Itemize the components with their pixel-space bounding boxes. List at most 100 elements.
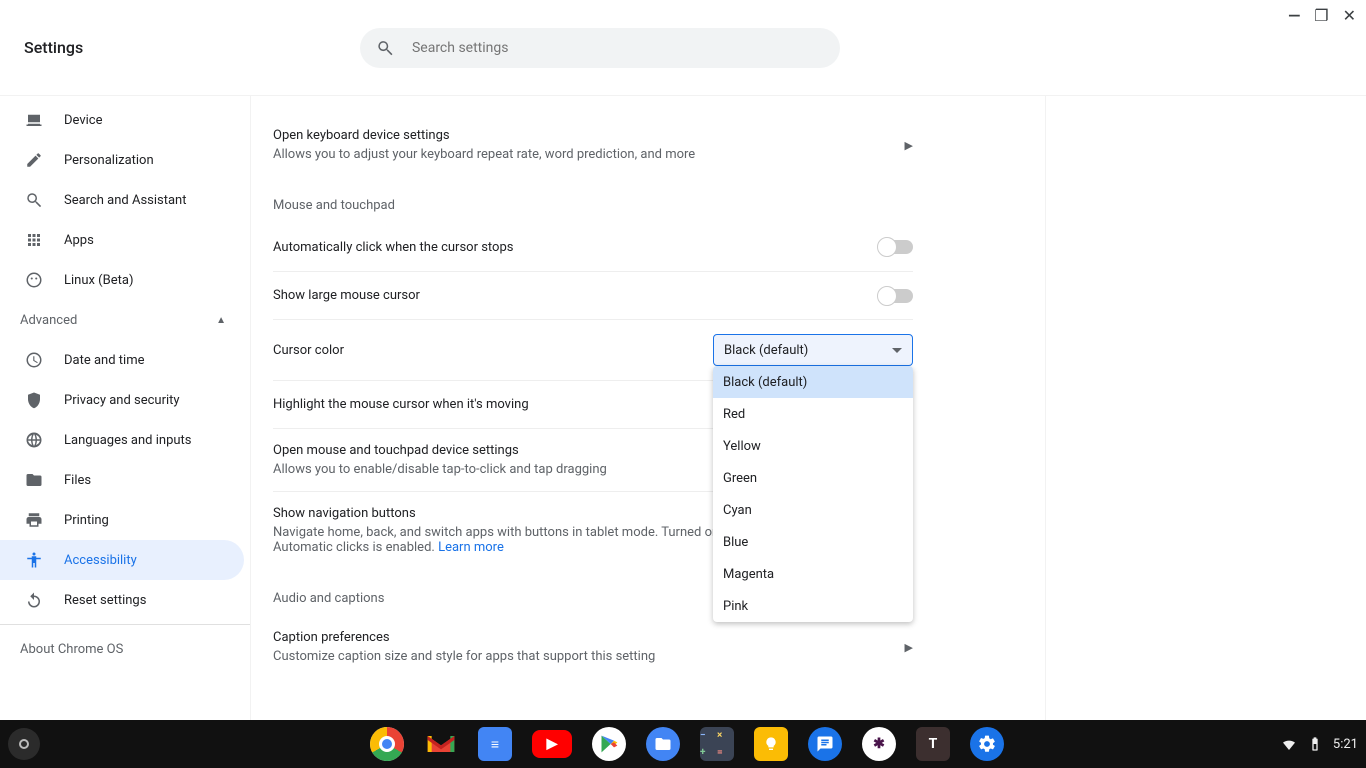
row-sublabel: Customize caption size and style for app… [273,649,865,664]
sidebar-item-files[interactable]: Files [0,460,250,500]
printer-icon [24,510,44,530]
app-docs-icon[interactable]: ≡ [478,727,512,761]
cursor-color-option[interactable]: Magenta [713,558,913,590]
header-bar: Settings [0,0,1366,96]
sidebar: Device Personalization Search and Assist… [0,96,250,720]
sidebar-item-languages[interactable]: Languages and inputs [0,420,250,460]
apps-grid-icon [24,230,44,250]
learn-more-link[interactable]: Learn more [438,540,504,555]
row-autoclick[interactable]: Automatically click when the cursor stop… [273,223,913,271]
sidebar-item-label: Personalization [64,153,154,168]
sidebar-about[interactable]: About Chrome OS [0,629,250,669]
row-keyboard-settings[interactable]: Open keyboard device settings Allows you… [273,98,913,176]
linux-icon [24,270,44,290]
sidebar-item-label: Printing [64,513,109,528]
wifi-icon [1281,736,1297,752]
row-sublabel: Allows you to adjust your keyboard repea… [273,147,865,162]
app-slack-icon[interactable]: ✱ [862,727,896,761]
row-label: Open keyboard device settings [273,128,865,143]
shelf: ≡ ▶ −×+= ✱ T 5:21 [0,720,1366,768]
shelf-apps: ≡ ▶ −×+= ✱ T [370,727,1004,761]
cursor-color-select[interactable]: Black (default) [713,334,913,366]
app-text-icon[interactable]: T [916,727,950,761]
search-icon [376,38,394,58]
sidebar-item-personalization[interactable]: Personalization [0,140,250,180]
globe-icon [24,430,44,450]
cursor-color-option[interactable]: Pink [713,590,913,622]
row-caption-prefs[interactable]: Caption preferences Customize caption si… [273,616,913,678]
sidebar-item-label: Accessibility [64,553,137,568]
sidebar-item-privacy[interactable]: Privacy and security [0,380,250,420]
search-input[interactable] [412,40,824,56]
sidebar-item-label: Search and Assistant [64,193,187,208]
chevron-right-icon: ▶ [905,641,913,654]
cursor-color-option[interactable]: Red [713,398,913,430]
accessibility-icon [24,550,44,570]
launcher-icon [19,739,29,749]
sidebar-section-advanced[interactable]: Advanced ▲ [0,300,250,340]
sidebar-item-label: Apps [64,233,94,248]
row-cursor-color: Cursor color Black (default) Black (defa… [273,319,913,380]
app-chrome-icon[interactable] [370,727,404,761]
toggle-large-cursor[interactable] [879,289,913,303]
reset-icon [24,590,44,610]
row-label: Cursor color [273,343,673,358]
sidebar-item-label: Device [64,113,103,128]
close-icon[interactable]: ✕ [1343,8,1356,24]
cursor-color-option[interactable]: Yellow [713,430,913,462]
page-title: Settings [24,38,83,57]
system-tray[interactable]: 5:21 [1281,736,1358,752]
cursor-color-dropdown[interactable]: Black (default)RedYellowGreenCyanBlueMag… [713,366,913,622]
section-title-mouse: Mouse and touchpad [273,198,913,213]
app-youtube-icon[interactable]: ▶ [532,730,572,758]
sidebar-item-linux[interactable]: Linux (Beta) [0,260,250,300]
battery-icon [1307,736,1323,752]
search-icon [24,190,44,210]
app-files-icon[interactable] [646,727,680,761]
cursor-color-option[interactable]: Black (default) [713,366,913,398]
search-field-wrap[interactable] [360,28,840,68]
toggle-autoclick[interactable] [879,240,913,254]
sidebar-item-apps[interactable]: Apps [0,220,250,260]
row-label: Show large mouse cursor [273,288,839,303]
sidebar-item-date-time[interactable]: Date and time [0,340,250,380]
sidebar-item-accessibility[interactable]: Accessibility [0,540,244,580]
cursor-color-option[interactable]: Blue [713,526,913,558]
app-settings-icon[interactable] [970,727,1004,761]
window-controls: — ❐ ✕ [1288,8,1356,24]
clock-icon [24,350,44,370]
pencil-icon [24,150,44,170]
row-large-cursor[interactable]: Show large mouse cursor [273,271,913,319]
sidebar-item-search-assistant[interactable]: Search and Assistant [0,180,250,220]
app-play-store-icon[interactable] [592,727,626,761]
sidebar-item-label: Linux (Beta) [64,273,133,288]
main-content: Open keyboard device settings Allows you… [250,96,1046,720]
row-label: Caption preferences [273,630,865,645]
maximize-icon[interactable]: ❐ [1314,8,1328,24]
sidebar-item-label: Languages and inputs [64,433,192,448]
sidebar-divider [0,624,250,625]
folder-icon [24,470,44,490]
app-calculator-icon[interactable]: −×+= [700,727,734,761]
row-label: Automatically click when the cursor stop… [273,240,839,255]
app-messages-icon[interactable] [808,727,842,761]
sidebar-item-device[interactable]: Device [0,100,250,140]
sidebar-section-label: Advanced [20,313,77,328]
chevron-up-icon: ▲ [216,315,226,326]
cursor-color-option[interactable]: Green [713,462,913,494]
sidebar-item-label: Privacy and security [64,393,180,408]
right-gutter [1046,96,1366,720]
cursor-color-option[interactable]: Cyan [713,494,913,526]
app-keep-icon[interactable] [754,727,788,761]
sidebar-item-label: Date and time [64,353,145,368]
caret-down-icon [892,348,902,353]
launcher-button[interactable] [8,728,40,760]
shield-icon [24,390,44,410]
sidebar-item-reset[interactable]: Reset settings [0,580,250,620]
sidebar-item-printing[interactable]: Printing [0,500,250,540]
app-gmail-icon[interactable] [424,727,458,761]
minimize-icon[interactable]: — [1288,8,1300,24]
sidebar-item-label: Reset settings [64,593,146,608]
clock-text: 5:21 [1333,737,1358,752]
select-value: Black (default) [724,343,808,358]
